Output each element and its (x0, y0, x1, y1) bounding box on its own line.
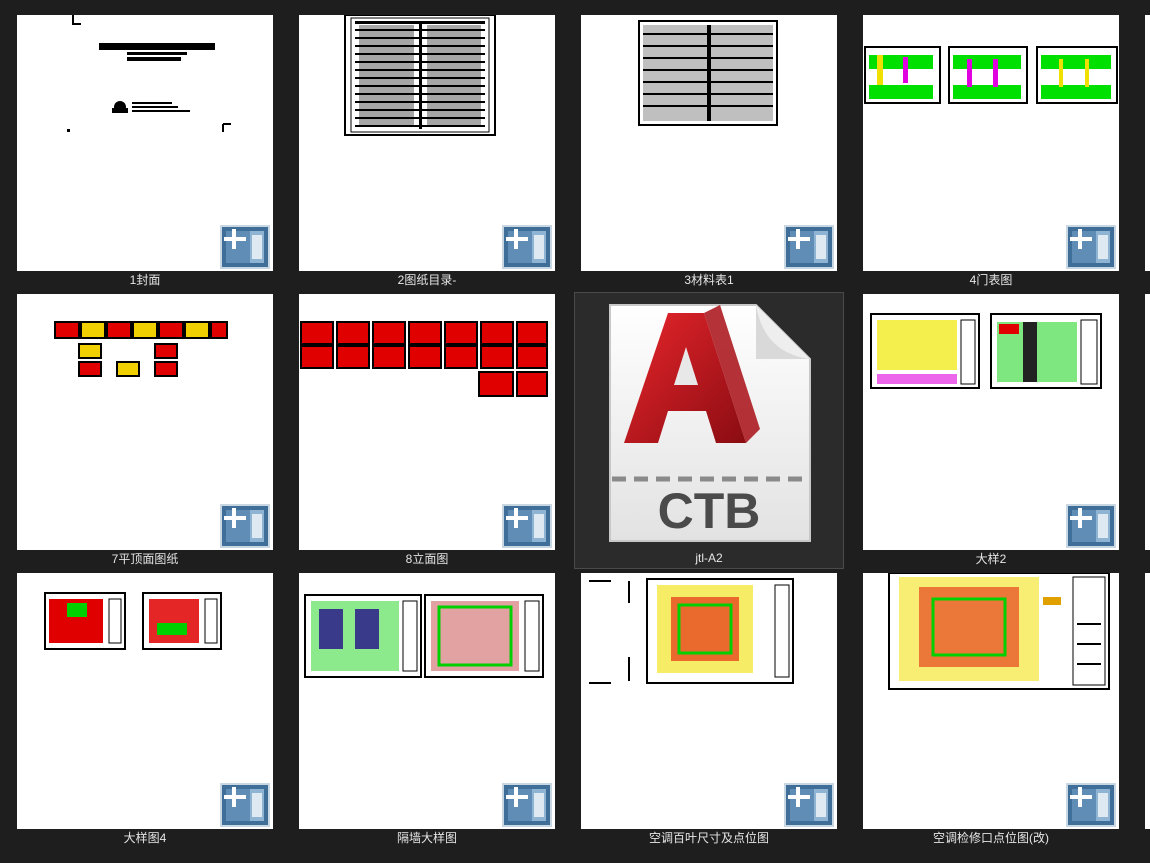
file-name: 2图纸目录- (397, 273, 457, 287)
dwg-file-icon (784, 783, 834, 827)
file-tile[interactable]: 2图纸目录- (299, 15, 581, 293)
drawing-thumbnail (17, 294, 273, 550)
drawing-thumbnail (581, 573, 837, 829)
offscreen-tile-edge (1145, 15, 1150, 271)
file-tile[interactable]: 空调百叶尺寸及点位图 (581, 573, 863, 851)
dwg-file-icon (1066, 504, 1116, 548)
ctb-badge-text: CTB (658, 483, 761, 539)
file-tile[interactable]: 空调检修口点位图(改) (863, 573, 1145, 851)
drawing-thumbnail (863, 294, 1119, 550)
dwg-file-icon (502, 225, 552, 269)
file-name: 4门表图 (969, 273, 1013, 287)
file-name: 8立面图 (405, 552, 449, 566)
drawing-thumbnail (299, 573, 555, 829)
drawing-thumbnail (17, 15, 273, 271)
dwg-file-icon (502, 783, 552, 827)
file-tile[interactable]: 隔墙大样图 (299, 573, 581, 851)
offscreen-tile-edge (1145, 573, 1150, 829)
drawing-thumbnail (299, 15, 555, 271)
dwg-file-icon (1066, 225, 1116, 269)
file-tile[interactable]: 大样图4 (17, 573, 299, 851)
file-name: 隔墙大样图 (396, 831, 457, 845)
drawing-thumbnail (299, 294, 555, 550)
file-name: 大样图4 (123, 831, 167, 845)
selected-file-tile[interactable]: CTB jtl-A2 (574, 292, 844, 569)
autocad-ctb-file-icon: CTB (609, 304, 811, 542)
dwg-file-icon (220, 783, 270, 827)
drawing-thumbnail (581, 15, 837, 271)
drawing-thumbnail (17, 573, 273, 829)
file-tile[interactable]: 8立面图 (299, 294, 581, 572)
file-tile[interactable]: 4门表图 (863, 15, 1145, 293)
dwg-file-icon (220, 504, 270, 548)
drawing-thumbnail (863, 15, 1119, 271)
file-name: 3材料表1 (684, 273, 734, 287)
file-name: 7平顶面图纸 (111, 552, 179, 566)
file-name: 大样2 (975, 552, 1007, 566)
dwg-file-icon (784, 225, 834, 269)
file-name: 空调百叶尺寸及点位图 (648, 831, 769, 845)
file-name: 空调检修口点位图(改) (933, 831, 1049, 845)
file-tile[interactable]: 7平顶面图纸 (17, 294, 299, 572)
file-name: 1封面 (129, 273, 161, 287)
file-tile[interactable]: 1封面 (17, 15, 299, 293)
dwg-file-icon (220, 225, 270, 269)
drawing-thumbnail (863, 573, 1119, 829)
file-tile[interactable]: 3材料表1 (581, 15, 863, 293)
offscreen-tile-edge (1145, 294, 1150, 550)
dwg-file-icon (502, 504, 552, 548)
file-tile[interactable]: 大样2 (863, 294, 1145, 572)
dwg-file-icon (1066, 783, 1116, 827)
file-name: jtl-A2 (695, 551, 723, 565)
